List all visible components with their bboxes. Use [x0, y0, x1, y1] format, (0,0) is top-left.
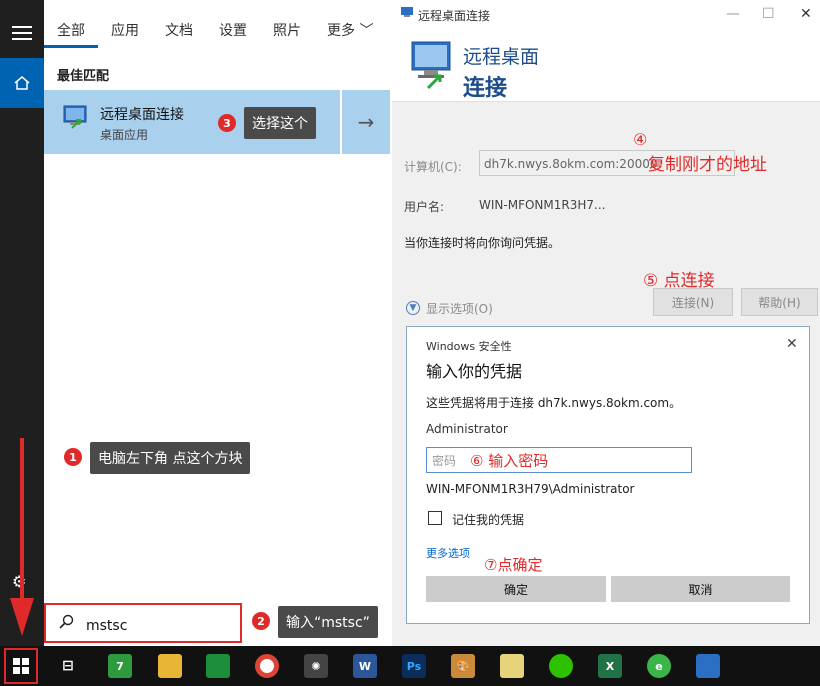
dialog-close-icon[interactable]: ✕ — [786, 336, 798, 352]
cancel-button[interactable]: 取消 — [611, 576, 790, 602]
browser-e-icon[interactable]: e — [647, 654, 671, 678]
start-button[interactable] — [4, 648, 38, 684]
rd-header-line2: 连接 — [463, 76, 508, 101]
ok-button[interactable]: 确定 — [426, 576, 606, 602]
start-menu: 全部 应用 文档 设置 照片 更多 ﹀ 最佳匹配 → 远程桌面连接 桌面应用 — [44, 0, 390, 646]
remote-desktop-taskbar-icon[interactable] — [696, 654, 720, 678]
tab-photos[interactable]: 照片 — [260, 12, 314, 48]
step6-text: ⑥ 输入密码 — [470, 452, 549, 470]
paint-icon[interactable]: 🎨 — [451, 654, 475, 678]
photoshop-icon[interactable]: Ps — [402, 654, 426, 678]
step5-text: ⑤ 点连接 — [643, 271, 715, 291]
best-match-heading: 最佳匹配 — [57, 69, 110, 84]
best-match-title: 远程桌面连接 — [100, 107, 184, 123]
tab-apps[interactable]: 应用 — [98, 12, 152, 48]
tab-all[interactable]: 全部 — [44, 12, 98, 48]
password-field[interactable] — [426, 447, 692, 473]
home-button[interactable] — [0, 58, 44, 108]
search-query: mstsc — [86, 618, 128, 634]
home-icon — [14, 76, 30, 90]
red-arrow-icon — [10, 438, 34, 636]
show-options-link[interactable]: 显示选项(O) — [426, 300, 493, 317]
tab-more[interactable]: 更多 ﹀ — [314, 12, 386, 48]
best-match-subtitle: 桌面应用 — [100, 128, 149, 142]
step2-number: 2 — [252, 612, 270, 630]
hamburger-icon[interactable] — [12, 26, 32, 40]
windows-logo-icon — [13, 658, 29, 674]
open-arrow-icon[interactable]: → — [342, 90, 390, 154]
dialog-account: WIN-MFONM1R3H79\Administrator — [426, 482, 635, 496]
step4-text: 复制刚才的地址 — [648, 155, 767, 175]
username-value: WIN-MFONM1R3H7... — [479, 198, 606, 212]
word-icon[interactable]: W — [353, 654, 377, 678]
wechat-icon[interactable] — [549, 654, 573, 678]
password-placeholder: 密码 — [432, 454, 457, 468]
close-icon[interactable]: ✕ — [800, 6, 812, 22]
task-view-icon[interactable]: ⊟ — [56, 654, 80, 678]
tab-more-label: 更多 — [327, 23, 355, 39]
start-tabs: 全部 应用 文档 设置 照片 更多 ﹀ — [44, 12, 390, 48]
credentials-note: 当你连接时将向你询问凭据。 — [404, 236, 561, 250]
rd-header — [392, 30, 820, 102]
rd-app-icon — [401, 7, 413, 17]
help-button[interactable]: 帮助(H) — [741, 288, 818, 316]
tab-settings[interactable]: 设置 — [206, 12, 260, 48]
maximize-icon[interactable]: ☐ — [762, 6, 775, 22]
chart-app-icon[interactable] — [500, 654, 524, 678]
step4-number: ④ — [633, 130, 648, 149]
chrome-icon[interactable] — [255, 654, 279, 678]
dialog-title: 输入你的凭据 — [426, 362, 523, 381]
username-label: 用户名: — [404, 200, 445, 214]
remote-desktop-icon — [63, 105, 87, 129]
show-options-chevron-icon[interactable]: ▼ — [406, 301, 420, 315]
minimize-icon[interactable]: — — [726, 6, 740, 22]
taskbar-app-7-icon[interactable]: 7 — [108, 654, 132, 678]
step7-text: ⑦点确定 — [484, 556, 543, 574]
remember-label: 记住我的凭据 — [452, 513, 525, 527]
file-explorer-icon[interactable] — [158, 654, 182, 678]
chevron-down-icon: ﹀ — [359, 23, 374, 39]
dialog-small-title: Windows 安全性 — [426, 340, 512, 353]
step3-number: 3 — [218, 114, 236, 132]
computer-label: 计算机(C): — [404, 160, 462, 174]
step3-tooltip: 选择这个 — [244, 107, 316, 139]
remember-checkbox[interactable] — [428, 511, 442, 525]
more-options-link[interactable]: 更多选项 — [426, 545, 470, 561]
tab-documents[interactable]: 文档 — [152, 12, 206, 48]
dialog-username: Administrator — [426, 422, 508, 436]
step2-tooltip: 输入“mstsc” — [278, 606, 378, 638]
rd-window-title: 远程桌面连接 — [418, 9, 491, 23]
monitor-app-icon[interactable] — [206, 654, 230, 678]
search-icon — [59, 614, 74, 629]
connect-button[interactable]: 连接(N) — [653, 288, 733, 316]
excel-icon[interactable]: X — [598, 654, 622, 678]
rd-header-line1: 远程桌面 — [463, 46, 540, 68]
dialog-description: 这些凭据将用于连接 dh7k.nwys.8okm.com。 — [426, 396, 682, 410]
rd-header-icon — [411, 41, 451, 90]
step1-tooltip: 电脑左下角 点这个方块 — [90, 442, 251, 474]
media-app-icon[interactable]: ✺ — [304, 654, 328, 678]
step1-number: 1 — [64, 448, 82, 466]
